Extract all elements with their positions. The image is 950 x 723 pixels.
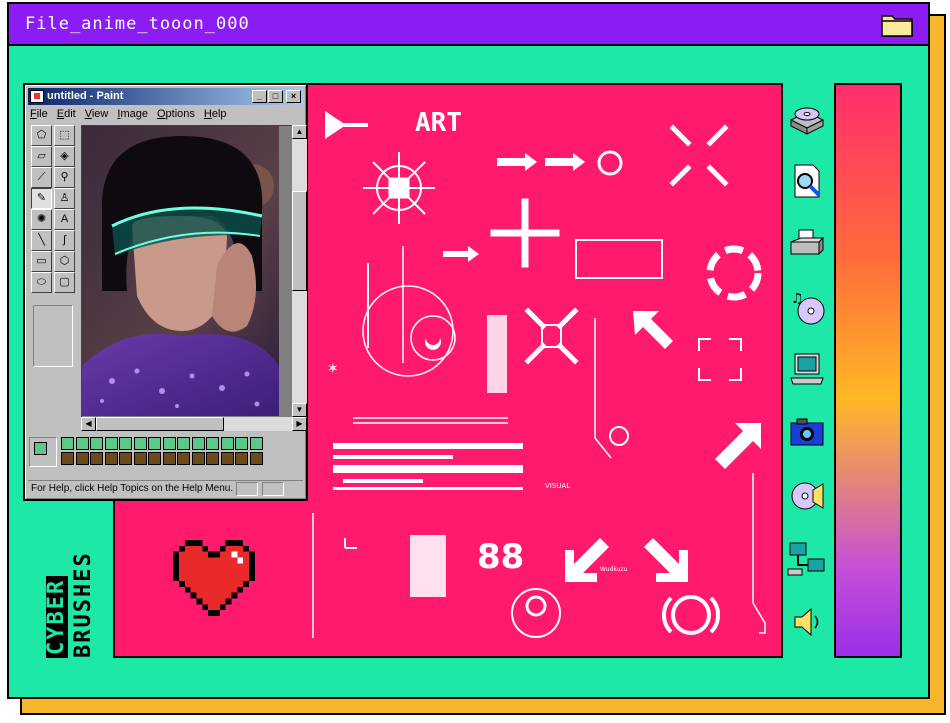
scroll-down-arrow-icon[interactable]: ▼	[292, 403, 307, 417]
eyedropper-icon[interactable]: ⟋	[31, 167, 52, 188]
status-text: For Help, click Help Topics on the Help …	[31, 483, 234, 494]
palette-swatch[interactable]	[177, 437, 190, 450]
text-icon[interactable]: A	[54, 209, 75, 230]
palette-swatch[interactable]	[249, 452, 263, 465]
camera-icon[interactable]	[787, 413, 827, 453]
color-palette	[29, 437, 304, 469]
palette-swatch[interactable]	[191, 437, 205, 450]
desktop-icon-column: ♫	[787, 98, 833, 665]
paint-title-bar[interactable]: untitled - Paint _ □ ×	[28, 88, 303, 105]
menu-help[interactable]: Help	[204, 108, 227, 120]
status-coords-box	[236, 482, 258, 496]
palette-swatch[interactable]	[206, 437, 219, 450]
palette-swatch[interactable]	[61, 437, 74, 450]
palette-swatch[interactable]	[90, 437, 103, 450]
ellipse-icon[interactable]: ⬭	[31, 272, 52, 293]
polygon-icon[interactable]: ⬡	[54, 251, 75, 272]
paint-app-icon	[30, 90, 44, 103]
scroll-right-arrow-icon[interactable]: ▶	[292, 417, 307, 431]
cd-drive-icon[interactable]	[787, 98, 827, 138]
music-cd-icon[interactable]: ♫	[787, 287, 827, 327]
gradient-panel	[834, 83, 902, 658]
horizontal-scrollbar[interactable]: ◀ ▶	[81, 417, 307, 431]
printer-icon[interactable]	[787, 224, 827, 264]
network-icon[interactable]	[787, 539, 827, 579]
fill-icon[interactable]: ◈	[54, 146, 75, 167]
menu-view[interactable]: View	[85, 108, 109, 120]
svg-text:♫: ♫	[791, 291, 804, 307]
palette-swatch[interactable]	[206, 452, 219, 465]
menu-image[interactable]: Image	[117, 108, 148, 120]
foreground-color	[34, 442, 47, 455]
rounded-rect-icon[interactable]: ▢	[54, 272, 75, 293]
pencil-icon[interactable]: ✎	[31, 188, 52, 209]
close-button[interactable]: ×	[286, 90, 301, 103]
free-select-icon[interactable]: ⬠	[31, 125, 52, 146]
menu-file[interactable]: File	[30, 108, 48, 120]
minimize-button[interactable]: _	[252, 90, 267, 103]
paint-menubar: File Edit View Image Options Help	[30, 108, 227, 120]
image-area[interactable]	[81, 125, 292, 417]
photo-cyber-girl	[82, 126, 279, 416]
rectangle-icon[interactable]: ▭	[31, 251, 52, 272]
brush-icon[interactable]: ♙	[54, 188, 75, 209]
palette-swatch[interactable]	[75, 452, 89, 465]
palette-swatch[interactable]	[133, 452, 147, 465]
paint-title: untitled - Paint	[47, 90, 124, 102]
palette-swatch[interactable]	[235, 437, 248, 450]
tool-options-box[interactable]	[33, 305, 73, 367]
title-bar[interactable]: File_anime_tooon_000	[9, 4, 928, 46]
scroll-left-arrow-icon[interactable]: ◀	[81, 417, 96, 431]
menu-edit[interactable]: Edit	[57, 108, 76, 120]
paint-window: untitled - Paint _ □ × File Edit View Im…	[23, 83, 308, 501]
maximize-button[interactable]: □	[268, 90, 283, 103]
palette-swatch[interactable]	[162, 452, 176, 465]
horizontal-scroll-thumb[interactable]	[96, 417, 224, 431]
magnifier-icon[interactable]: ⚲	[54, 167, 75, 188]
menu-options[interactable]: Options	[157, 108, 195, 120]
status-bar: For Help, click Help Topics on the Help …	[28, 480, 303, 496]
palette-swatch[interactable]	[235, 452, 248, 465]
palette-swatch[interactable]	[191, 452, 205, 465]
palette-swatch[interactable]	[119, 452, 132, 465]
palette-swatch[interactable]	[249, 437, 263, 450]
palette-swatch[interactable]	[177, 452, 190, 465]
palette-swatch[interactable]	[133, 437, 147, 450]
vertical-scrollbar[interactable]: ▲ ▼	[292, 125, 307, 417]
side-label: CYBER BRUSHES	[44, 530, 96, 665]
palette-swatch[interactable]	[90, 452, 103, 465]
pixel-heart-icon	[173, 540, 255, 616]
palette-swatch[interactable]	[220, 452, 234, 465]
side-label-brushes: BRUSHES	[71, 551, 96, 658]
scroll-up-arrow-icon[interactable]: ▲	[292, 125, 307, 139]
find-file-icon[interactable]	[787, 161, 827, 201]
palette-swatch[interactable]	[75, 437, 89, 450]
line-icon[interactable]: ╲	[31, 230, 52, 251]
palette-swatch[interactable]	[119, 437, 132, 450]
toolbox: ⬠ ⬚ ▱ ◈ ⟋ ⚲ ✎ ♙ ✺ A ╲ ∫ ▭ ⬡ ⬭ ▢	[31, 125, 77, 295]
eraser-icon[interactable]: ▱	[31, 146, 52, 167]
side-label-cyber: CYBER	[44, 575, 69, 658]
vertical-scroll-thumb[interactable]	[292, 191, 307, 291]
computer-icon[interactable]	[787, 350, 827, 390]
window-title: File_anime_tooon_000	[25, 14, 250, 34]
folder-icon[interactable]	[880, 10, 914, 38]
airbrush-icon[interactable]: ✺	[31, 209, 52, 230]
curve-icon[interactable]: ∫	[54, 230, 75, 251]
palette-swatch[interactable]	[61, 452, 74, 465]
palette-swatch[interactable]	[148, 452, 161, 465]
palette-swatch[interactable]	[148, 437, 161, 450]
current-colors[interactable]	[29, 437, 57, 467]
cd-player-icon[interactable]	[787, 476, 827, 516]
palette-swatch[interactable]	[104, 437, 118, 450]
status-size-box	[262, 482, 284, 496]
palette-swatch[interactable]	[220, 437, 234, 450]
speaker-icon[interactable]	[787, 602, 827, 642]
palette-swatch[interactable]	[104, 452, 118, 465]
rect-select-icon[interactable]: ⬚	[54, 125, 75, 146]
palette-swatch[interactable]	[162, 437, 176, 450]
